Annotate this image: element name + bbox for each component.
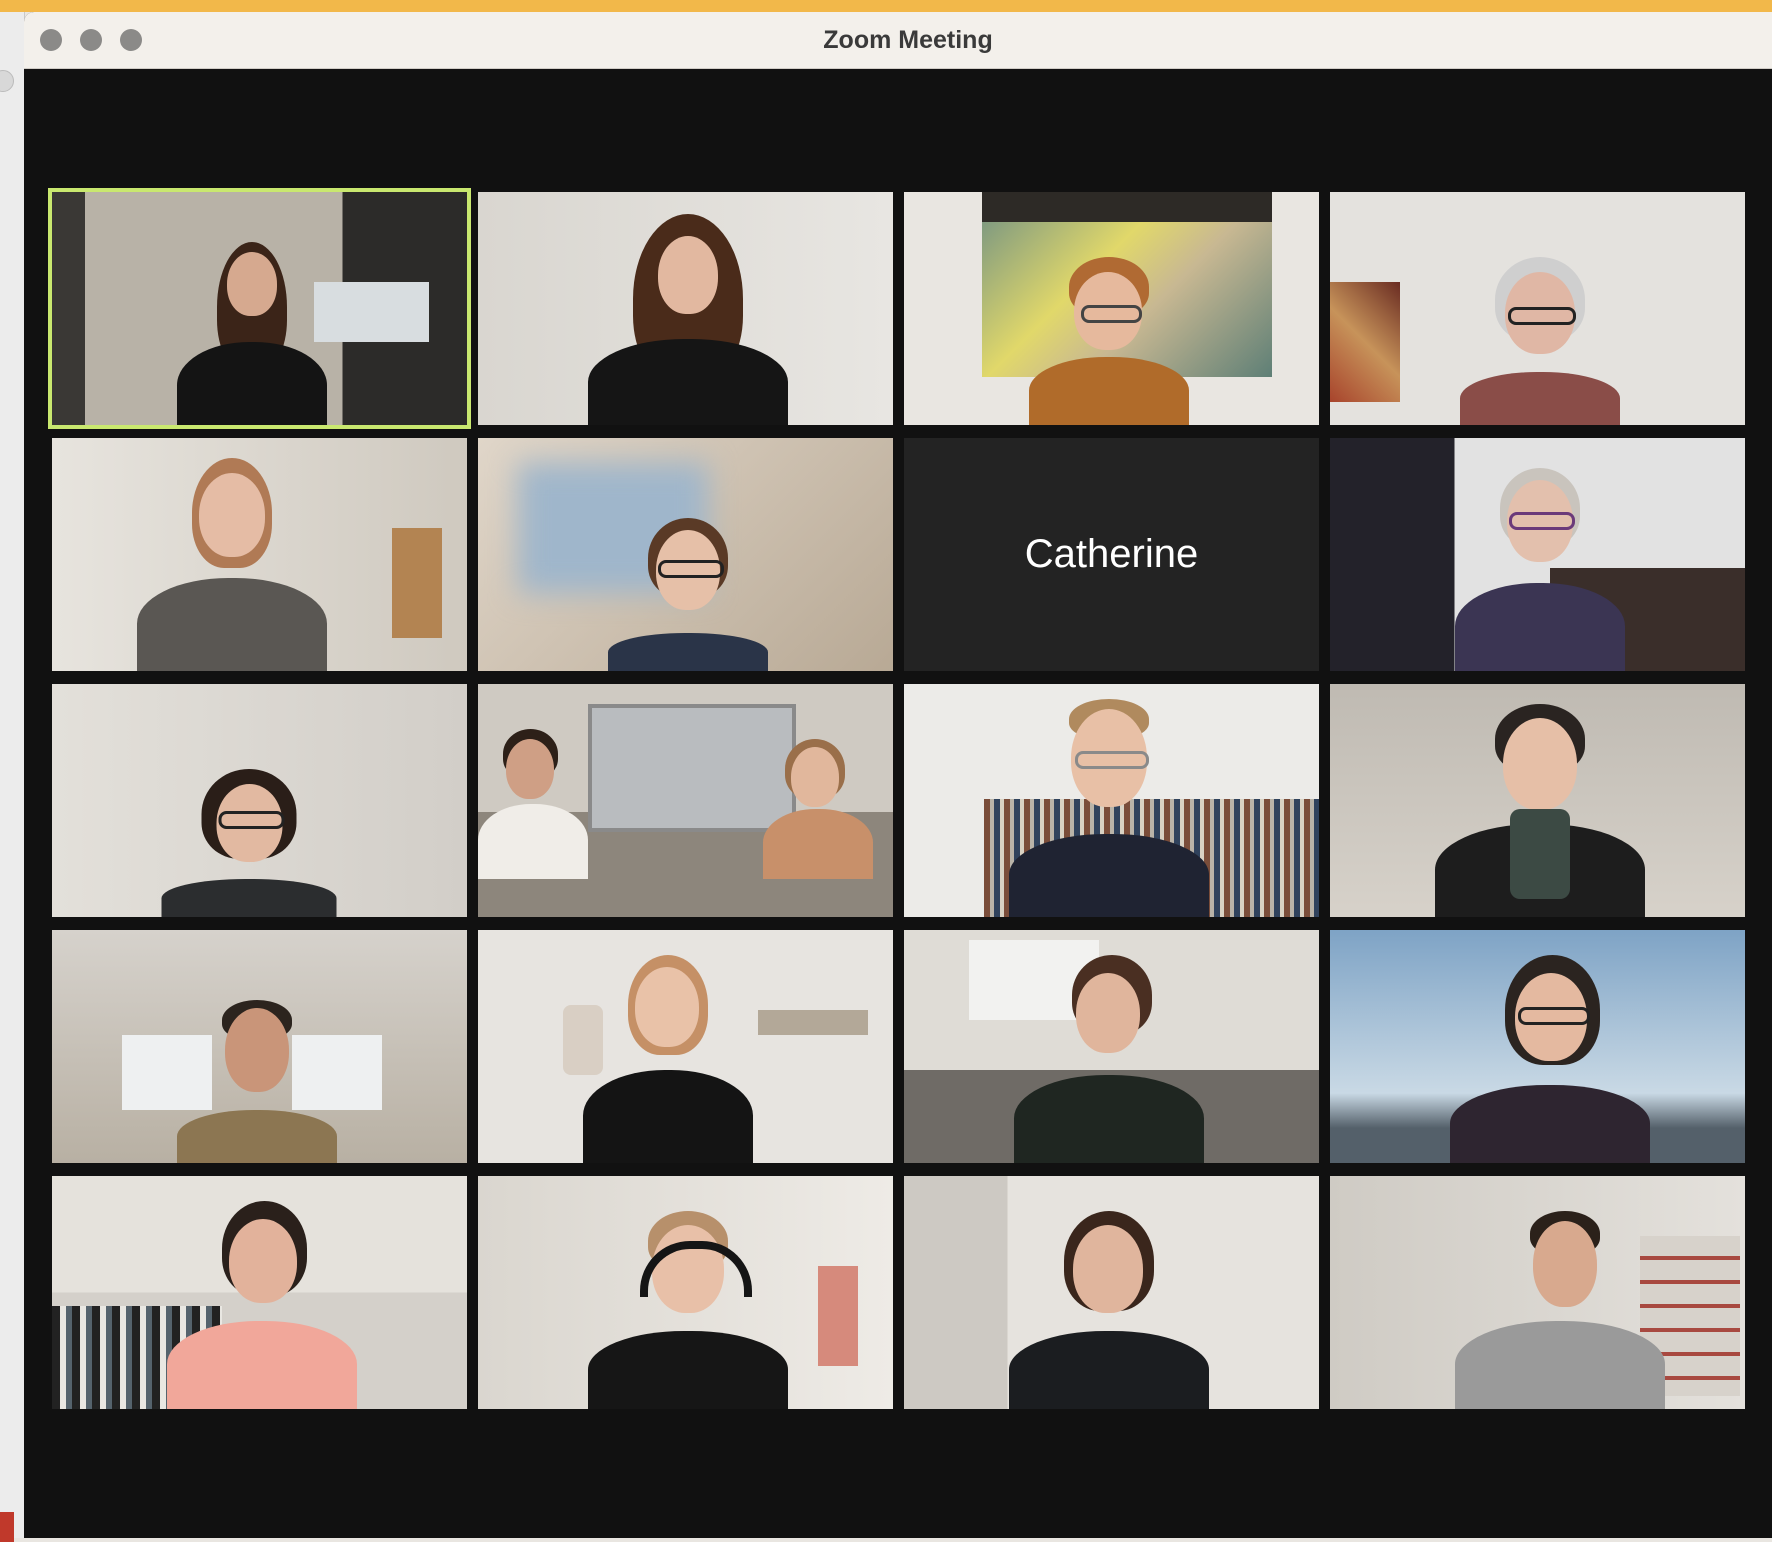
participant-figure [608,518,768,671]
participant-figure [1029,257,1189,425]
wall-rug [1330,282,1400,402]
participant-figure [1455,1211,1665,1409]
participant-figure [1450,955,1650,1163]
participant-video-tile[interactable] [478,684,893,917]
macos-menu-bar [0,0,1772,12]
participant-figure [1009,699,1209,917]
participant-figure [1460,257,1620,425]
participant-video-tile[interactable] [1330,930,1745,1163]
participant-figure [478,729,588,879]
participant-figure [177,242,327,425]
participant-figure [137,458,327,671]
zoom-meeting-window: Zoom Meeting Catherine [24,12,1772,1538]
participant-figure [563,955,763,1163]
window-scene [314,282,429,342]
participant-figure [167,1201,357,1409]
participant-figure [588,1211,788,1409]
wall-poster [818,1266,858,1366]
participant-video-tile[interactable] [478,438,893,671]
shelf [392,528,442,638]
participant-figure [1455,468,1625,671]
participant-video-tile[interactable] [52,438,467,671]
background-window-button [0,70,14,92]
participant-video-tile[interactable] [52,684,467,917]
participant-figure [1435,704,1645,917]
background-window-edge [0,12,25,1542]
participant-video-tile[interactable] [1330,1176,1745,1409]
participant-video-tile[interactable] [478,192,893,425]
participant-video-tile[interactable] [478,930,893,1163]
participant-figure [1014,955,1204,1163]
participant-video-tile[interactable] [1330,684,1745,917]
participant-figure [161,769,337,917]
participant-video-tile[interactable] [478,1176,893,1409]
poster-header [982,192,1272,222]
participant-video-tile[interactable] [904,684,1319,917]
participant-figure [588,214,788,425]
participant-figure [177,1000,337,1163]
window-title: Zoom Meeting [823,26,993,54]
participant-video-tile[interactable] [1330,438,1745,671]
window-titlebar: Zoom Meeting [24,12,1772,69]
participant-video-tile-active-speaker[interactable] [48,188,471,429]
participant-name-tile[interactable]: Catherine [904,438,1319,671]
participant-video-tile[interactable] [52,930,467,1163]
wall-shelf [758,1010,868,1035]
participant-video-tile[interactable] [904,930,1319,1163]
participant-video-tile[interactable] [904,192,1319,425]
participant-video-tile[interactable] [52,1176,467,1409]
participant-figure [763,739,873,879]
participant-video-tile[interactable] [904,1176,1319,1409]
participant-video-tile[interactable] [1330,192,1745,425]
participant-name: Catherine [1024,532,1199,576]
participant-figure [1009,1211,1209,1409]
